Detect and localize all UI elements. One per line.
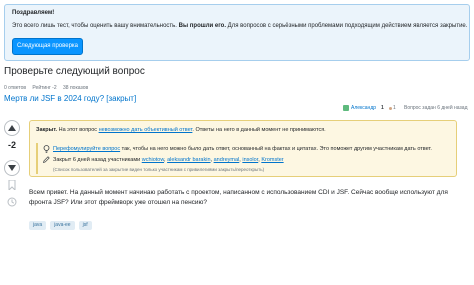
closed-label: Закрыт. (36, 127, 58, 133)
closers-footnote: (Список пользователей за закрытие виден … (44, 167, 264, 172)
closer-link[interactable]: insolor (242, 157, 258, 163)
answers-count: 0 ответов (4, 85, 27, 91)
improve-text: так, чтобы на него можно было дать ответ… (121, 146, 432, 152)
author-reputation: 1 (381, 105, 384, 111)
asked-time: Вопрос задан 6 дней назад (404, 105, 468, 111)
closed-reason-line: Закрыт. На этот вопрос невозможно дать о… (36, 127, 326, 133)
question-title-link[interactable]: Мертв ли JSF в 2024 году? [закрыт] (4, 94, 136, 103)
next-review-button[interactable]: Следующая проверка (12, 38, 83, 55)
closer-link[interactable]: aleksandr barakin (167, 157, 210, 163)
closed-text-2: . Ответы на него в данный момент не прин… (192, 127, 326, 133)
lightbulb-icon (43, 145, 50, 153)
footnote-text: (Список пользователей за закрытие виден … (53, 167, 265, 172)
question-stats: 0 ответов Рейтинг -2 38 показов (4, 85, 93, 91)
improve-row: Перефомулируйте вопрос так, чтобы на нег… (43, 145, 432, 153)
rating: Рейтинг -2 (32, 85, 57, 91)
badge-count: 1 (393, 105, 396, 111)
closed-by-row: Закрыт 6 дней назад участниками wchiotow… (43, 156, 284, 163)
closed-details: Перефомулируйте вопрос так, чтобы на нег… (36, 143, 450, 174)
bronze-badge-icon (389, 107, 392, 110)
bookmark-icon[interactable] (8, 180, 16, 190)
question-body: Всем привет. На данный момент начинаю ра… (29, 189, 448, 206)
tag-jsf[interactable]: jsf (78, 221, 92, 230)
tag-java-ee[interactable]: java-ee (50, 221, 75, 230)
congrats-text: Это всего лишь тест, чтобы оценить вашу … (12, 23, 467, 29)
closed-text-1: На этот вопрос (58, 127, 98, 133)
downvote-button[interactable] (4, 160, 20, 176)
closed-reason-link[interactable]: невозможно дать объективный ответ (99, 127, 193, 133)
congrats-text-bold: Вы прошли его. (178, 23, 226, 29)
closer-link[interactable]: wchiotow (142, 157, 164, 163)
tag-java[interactable]: java (29, 221, 47, 230)
history-icon[interactable] (7, 197, 17, 207)
page-title: Проверьте следующий вопрос (4, 66, 145, 77)
closed-by-text: Закрыт 6 дней назад участниками (53, 157, 141, 163)
pencil-icon (43, 156, 50, 163)
vote-count: -2 (7, 140, 16, 150)
congrats-title: Поздравляем! (12, 10, 55, 16)
upvote-button[interactable] (4, 120, 20, 136)
closer-link[interactable]: andreymal (214, 157, 240, 163)
reformulate-link[interactable]: Перефомулируйте вопрос (53, 146, 120, 152)
tag-list: java java-ee jsf (29, 221, 92, 230)
congrats-text-before: Это всего лишь тест, чтобы оценить вашу … (12, 23, 177, 29)
closed-notice: Закрыт. На этот вопрос невозможно дать о… (29, 120, 457, 177)
views-count: 38 показов (63, 85, 89, 91)
closer-link[interactable]: Kromster (261, 157, 283, 163)
congrats-banner: Поздравляем! Это всего лишь тест, чтобы … (4, 4, 470, 61)
arrow-down-icon (8, 165, 16, 171)
author-link[interactable]: Александр (351, 105, 376, 111)
congrats-text-after: Для вопросов с серьёзными проблемами под… (227, 23, 468, 29)
arrow-up-icon (8, 125, 16, 131)
user-avatar[interactable] (343, 105, 349, 111)
